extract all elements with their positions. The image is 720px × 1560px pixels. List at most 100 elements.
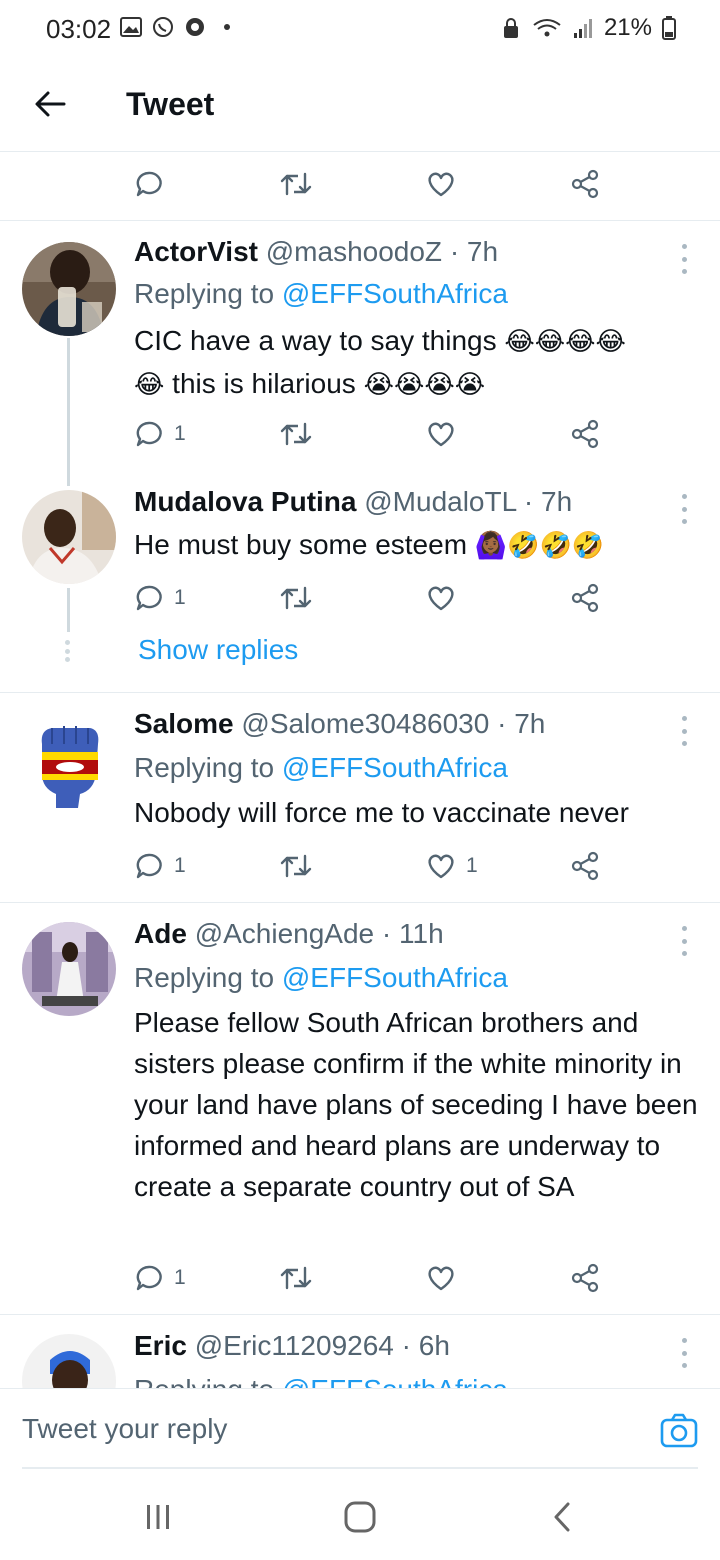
like-icon — [428, 172, 454, 197]
lock-icon — [500, 17, 522, 39]
replying-to: Replying to @EFFSouthAfrica — [134, 278, 508, 310]
share-icon — [571, 1263, 599, 1293]
page-title: Tweet — [126, 86, 215, 122]
handle-and-time: @AchiengAde · 11h — [194, 918, 444, 949]
signal-icon — [572, 17, 594, 39]
reply-icon — [136, 171, 162, 197]
like-button[interactable]: 1 — [426, 846, 478, 886]
tweet-text: Please fellow South African brothers and… — [134, 1007, 698, 1202]
share-icon — [571, 419, 599, 449]
battery-icon — [662, 16, 676, 40]
share-button[interactable] — [570, 164, 600, 204]
like-icon — [428, 854, 454, 879]
tweet-header: Mudalova Putina @MudaloTL · 7h — [134, 486, 572, 518]
reply-button[interactable] — [134, 164, 164, 204]
like-icon — [428, 586, 454, 611]
avatar[interactable] — [22, 490, 116, 584]
more-options-button[interactable] — [678, 926, 690, 956]
replying-to: Replying to @EFFSouthAfrica — [134, 962, 508, 994]
divider — [0, 1314, 720, 1315]
thread-continuation-dots — [65, 640, 71, 662]
tweet-header: Ade @AchiengAde · 11h — [134, 918, 444, 950]
emoji: 😭😭😭😭 — [363, 370, 486, 400]
tweet-actions — [134, 164, 614, 204]
replying-to: Replying to @EFFSouthAfrica — [134, 752, 508, 784]
display-name[interactable]: Eric — [134, 1330, 187, 1361]
replying-to-handle[interactable]: @EFFSouthAfrica — [282, 962, 508, 993]
tweet-actions: 1 — [134, 578, 614, 618]
replying-to: Replying to @EFFSouthAfrica — [134, 1374, 508, 1388]
retweet-button[interactable] — [280, 1258, 312, 1298]
replying-to-handle[interactable]: @EFFSouthAfrica — [282, 278, 508, 309]
display-name[interactable]: Ade — [134, 918, 187, 949]
display-name[interactable]: Salome — [134, 708, 234, 739]
reply-composer: Tweet your reply — [0, 1388, 720, 1469]
tweet-text: Nobody will force me to vaccinate never — [134, 792, 702, 833]
tweet-text-line: Nobody will force me to vaccinate never — [134, 797, 629, 828]
share-button[interactable] — [570, 578, 600, 618]
divider — [0, 220, 720, 221]
share-button[interactable] — [570, 1258, 600, 1298]
reply-button[interactable]: 1 — [134, 1258, 186, 1298]
nav-back-button[interactable] — [542, 1500, 582, 1534]
reply-button[interactable]: 1 — [134, 578, 186, 618]
tweet-header: ActorVist @mashoodoZ · 7h — [134, 236, 498, 268]
more-options-button[interactable] — [678, 716, 690, 746]
recent-apps-button[interactable] — [138, 1500, 178, 1534]
tweet-header: Eric @Eric11209264 · 6h — [134, 1330, 450, 1362]
avatar[interactable] — [22, 242, 116, 336]
display-name[interactable]: ActorVist — [134, 236, 258, 267]
like-button[interactable] — [426, 578, 456, 618]
reply-count: 1 — [174, 586, 186, 609]
tweet-item[interactable]: Eric @Eric11209264 · 6h Replying to @EFF… — [0, 1316, 720, 1388]
more-options-button[interactable] — [678, 494, 690, 524]
back-button[interactable] — [30, 84, 70, 124]
reply-count: 1 — [174, 422, 186, 445]
emoji: 😂 — [134, 370, 165, 400]
retweet-button[interactable] — [280, 846, 312, 886]
more-options-button[interactable] — [678, 244, 690, 274]
input-underline — [22, 1467, 698, 1469]
replying-prefix: Replying to — [134, 752, 275, 783]
retweet-icon — [280, 422, 312, 446]
tweet-header: Salome @Salome30486030 · 7h — [134, 708, 545, 740]
reply-count: 1 — [174, 1266, 186, 1289]
tweet-text-line: this is hilarious — [172, 368, 356, 399]
handle-and-time: @mashoodoZ · 7h — [265, 236, 499, 267]
avatar[interactable] — [22, 714, 116, 808]
share-button[interactable] — [570, 414, 600, 454]
thread-line — [67, 338, 70, 486]
retweet-button[interactable] — [280, 164, 312, 204]
retweet-button[interactable] — [280, 414, 312, 454]
reply-input[interactable]: Tweet your reply — [22, 1413, 227, 1445]
retweet-button[interactable] — [280, 578, 312, 618]
replying-to-handle[interactable]: @EFFSouthAfrica — [282, 1374, 508, 1388]
like-icon — [428, 1266, 454, 1291]
camera-button[interactable] — [660, 1413, 698, 1451]
avatar[interactable] — [22, 922, 116, 1016]
reply-icon — [136, 853, 162, 879]
dot-icon — [216, 16, 238, 38]
replying-to-handle[interactable]: @EFFSouthAfrica — [282, 752, 508, 783]
wifi-icon — [532, 17, 562, 39]
handle-and-time: @MudaloTL · 7h — [364, 486, 573, 517]
display-name[interactable]: Mudalova Putina — [134, 486, 356, 517]
divider — [0, 902, 720, 903]
emoji: 🙆🏾‍♀️🤣🤣🤣 — [474, 531, 605, 561]
like-button[interactable] — [426, 1258, 456, 1298]
battery-percent: 21% — [603, 14, 652, 41]
more-options-button[interactable] — [678, 1338, 690, 1368]
whatsapp-icon — [152, 16, 174, 38]
tweet-actions: 1 — [134, 1258, 614, 1298]
show-replies-link[interactable]: Show replies — [138, 634, 298, 666]
tweet-text-line: CIC have a way to say things — [134, 325, 497, 356]
replying-prefix: Replying to — [134, 1374, 274, 1388]
home-button[interactable] — [340, 1500, 380, 1534]
reply-button[interactable]: 1 — [134, 846, 186, 886]
retweet-icon — [280, 854, 312, 878]
like-button[interactable] — [426, 164, 456, 204]
reply-button[interactable]: 1 — [134, 414, 186, 454]
like-button[interactable] — [426, 414, 456, 454]
avatar[interactable] — [22, 1334, 116, 1388]
share-button[interactable] — [570, 846, 600, 886]
